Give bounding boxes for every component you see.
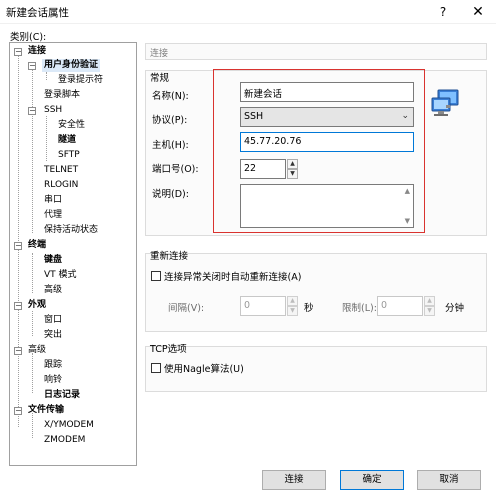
tree-item-bell[interactable]: 响铃 bbox=[44, 374, 62, 387]
tree-item-zmodem[interactable]: ZMODEM bbox=[44, 434, 85, 447]
tree-item-login-scripts[interactable]: 登录脚本 bbox=[44, 89, 80, 102]
tree-connector bbox=[46, 116, 47, 161]
limit-label: 限制(L): bbox=[342, 303, 377, 314]
highlight-box bbox=[213, 69, 425, 233]
tree-item-xymodem[interactable]: X/YMODEM bbox=[44, 419, 94, 432]
tree-item-appearance[interactable]: 外观 bbox=[28, 299, 46, 312]
connect-button[interactable]: 连接 bbox=[262, 470, 326, 490]
minutes-unit: 分钟 bbox=[445, 303, 465, 314]
tree-item-trace[interactable]: 跟踪 bbox=[44, 359, 62, 372]
interval-label: 间隔(V): bbox=[168, 303, 205, 314]
title-bar bbox=[0, 0, 496, 24]
window-title: 新建会话属性 bbox=[6, 7, 69, 19]
tree-item-terminal-advanced[interactable]: 高级 bbox=[44, 284, 62, 297]
interval-spin-up-icon[interactable]: ▲ bbox=[287, 296, 298, 306]
tree-item-login-prompts[interactable]: 登录提示符 bbox=[58, 74, 103, 87]
section-header bbox=[145, 43, 487, 60]
auto-reconnect-checkbox[interactable] bbox=[151, 271, 161, 281]
ok-button[interactable]: 确定 bbox=[340, 470, 404, 490]
tcp-group-title: TCP选项 bbox=[150, 344, 187, 355]
category-label: 类别(C): bbox=[10, 32, 47, 43]
tree-item-telnet[interactable]: TELNET bbox=[44, 164, 78, 177]
category-tree[interactable]: − 连接 − 用户身份验证 登录提示符 登录脚本 − SSH 安全性 隧道 SF… bbox=[9, 42, 137, 466]
collapse-icon[interactable]: − bbox=[28, 107, 36, 115]
collapse-icon[interactable]: − bbox=[28, 62, 36, 70]
tree-connector bbox=[32, 353, 33, 393]
collapse-icon[interactable]: − bbox=[14, 347, 22, 355]
seconds-unit: 秒 bbox=[304, 303, 314, 314]
cancel-button[interactable]: 取消 bbox=[417, 470, 481, 490]
protocol-label: 协议(P): bbox=[152, 115, 188, 126]
tree-item-advanced[interactable]: 高级 bbox=[28, 344, 46, 357]
tree-connector bbox=[32, 67, 33, 233]
network-computer-icon bbox=[431, 89, 459, 116]
description-label: 说明(D): bbox=[152, 189, 189, 200]
tree-item-tunneling[interactable]: 隧道 bbox=[58, 134, 76, 147]
tree-item-vt-modes[interactable]: VT 模式 bbox=[44, 269, 77, 282]
tree-item-terminal[interactable]: 终端 bbox=[28, 239, 46, 252]
name-label: 名称(N): bbox=[152, 91, 189, 102]
tree-item-user-auth[interactable]: 用户身份验证 bbox=[42, 59, 101, 72]
nagle-checkbox[interactable] bbox=[151, 363, 161, 373]
interval-spin-down-icon[interactable]: ▼ bbox=[287, 306, 298, 316]
tree-item-ssh[interactable]: SSH bbox=[44, 104, 62, 117]
collapse-icon[interactable]: − bbox=[14, 302, 22, 310]
tree-connector bbox=[32, 253, 33, 293]
host-label: 主机(H): bbox=[152, 140, 189, 151]
collapse-icon[interactable]: − bbox=[14, 407, 22, 415]
nagle-label[interactable]: 使用Nagle算法(U) bbox=[164, 361, 244, 375]
tree-item-window[interactable]: 窗口 bbox=[44, 314, 62, 327]
collapse-icon[interactable]: − bbox=[14, 242, 22, 250]
tree-item-logging[interactable]: 日志记录 bbox=[44, 389, 80, 402]
interval-input[interactable]: 0 bbox=[240, 296, 286, 316]
collapse-icon[interactable]: − bbox=[14, 48, 22, 56]
help-button[interactable]: ? bbox=[434, 3, 452, 21]
tree-item-rlogin[interactable]: RLOGIN bbox=[44, 179, 78, 192]
tree-item-keyboard[interactable]: 键盘 bbox=[44, 254, 62, 267]
tree-connector bbox=[32, 311, 33, 336]
limit-spin-down-icon[interactable]: ▼ bbox=[424, 306, 435, 316]
tree-item-sftp[interactable]: SFTP bbox=[58, 149, 80, 162]
limit-spin-up-icon[interactable]: ▲ bbox=[424, 296, 435, 306]
reconnect-group-title: 重新连接 bbox=[150, 251, 189, 262]
tree-item-keep-alive[interactable]: 保持活动状态 bbox=[44, 224, 98, 237]
tree-item-proxy[interactable]: 代理 bbox=[44, 209, 62, 222]
tree-item-connection[interactable]: 连接 bbox=[28, 45, 46, 58]
tree-item-serial[interactable]: 串口 bbox=[44, 194, 62, 207]
reconnect-group bbox=[145, 253, 487, 332]
limit-input[interactable]: 0 bbox=[377, 296, 423, 316]
port-label: 端口号(O): bbox=[152, 164, 199, 175]
general-group-title: 常规 bbox=[150, 73, 170, 84]
close-button[interactable]: ✕ bbox=[467, 3, 489, 21]
tree-item-file-transfer[interactable]: 文件传输 bbox=[28, 404, 64, 417]
section-header-title: 连接 bbox=[150, 49, 169, 59]
tree-item-security[interactable]: 安全性 bbox=[58, 119, 85, 132]
auto-reconnect-label[interactable]: 连接异常关闭时自动重新连接(A) bbox=[164, 269, 301, 283]
tree-item-highlight[interactable]: 突出 bbox=[44, 329, 62, 342]
tree-connector bbox=[46, 72, 47, 80]
